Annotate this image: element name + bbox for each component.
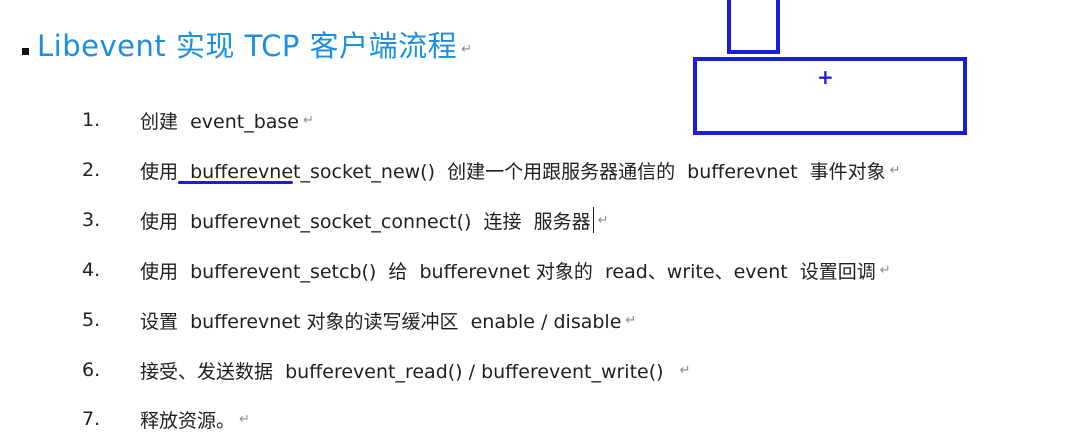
step-number: 1. bbox=[82, 109, 101, 131]
text-cursor bbox=[592, 207, 594, 233]
paragraph-mark-icon: ↵ bbox=[889, 162, 901, 178]
step-text: 创建 event_base bbox=[140, 110, 299, 133]
bullet-icon bbox=[22, 47, 29, 55]
list-item: 1. 创建 event_base ↵ bbox=[82, 100, 314, 140]
paragraph-mark-icon: ↵ bbox=[597, 212, 609, 228]
step-text: 设置 bufferevnet 对象的读写缓冲区 enable / disable bbox=[140, 310, 622, 333]
paragraph-mark-icon: ↵ bbox=[679, 362, 691, 378]
list-item: 2. 使用 bufferevnet_socket_new() 创建一个用跟服务器… bbox=[82, 150, 901, 190]
paragraph-mark-icon: ↵ bbox=[303, 112, 314, 128]
paragraph-mark-icon: ↵ bbox=[239, 411, 250, 427]
step-number: 5. bbox=[82, 309, 101, 331]
step-number: 6. bbox=[82, 359, 101, 381]
list-item: 3. 使用 bufferevnet_socket_connect() 连接 服务… bbox=[82, 200, 609, 240]
step-text: 使用 bufferevnet_socket_connect() 连接 服务器 bbox=[140, 210, 591, 233]
list-item: 6. 接受、发送数据 bufferevent_read() / bufferev… bbox=[82, 350, 691, 390]
list-item: 4. 使用 bufferevent_setcb() 给 bufferevnet … bbox=[82, 250, 891, 290]
ink-underline bbox=[178, 181, 293, 184]
step-text: 释放资源。 bbox=[140, 409, 236, 432]
ink-rectangle-small bbox=[727, 0, 780, 54]
step-text: 接受、发送数据 bufferevent_read() / bufferevent… bbox=[140, 360, 676, 383]
step-number: 2. bbox=[82, 159, 101, 181]
step-text: 使用 bufferevnet_socket_new() 创建一个用跟服务器通信的… bbox=[140, 160, 886, 183]
page-title: Libevent 实现 TCP 客户端流程 ↵ bbox=[22, 22, 472, 66]
paragraph-mark-icon: ↵ bbox=[879, 262, 891, 278]
step-number: 3. bbox=[82, 209, 101, 231]
step-text: 使用 bufferevent_setcb() 给 bufferevnet 对象的… bbox=[140, 260, 876, 283]
step-number: 7. bbox=[82, 408, 101, 430]
paragraph-mark-icon: ↵ bbox=[625, 312, 637, 328]
list-item: 5. 设置 bufferevnet 对象的读写缓冲区 enable / disa… bbox=[82, 300, 636, 340]
title-text: Libevent 实现 TCP 客户端流程 bbox=[37, 29, 458, 63]
list-item: 7. 释放资源。 ↵ bbox=[82, 399, 250, 439]
paragraph-mark-icon: ↵ bbox=[461, 41, 473, 57]
step-number: 4. bbox=[82, 259, 101, 281]
plus-annotation: + bbox=[817, 65, 834, 89]
